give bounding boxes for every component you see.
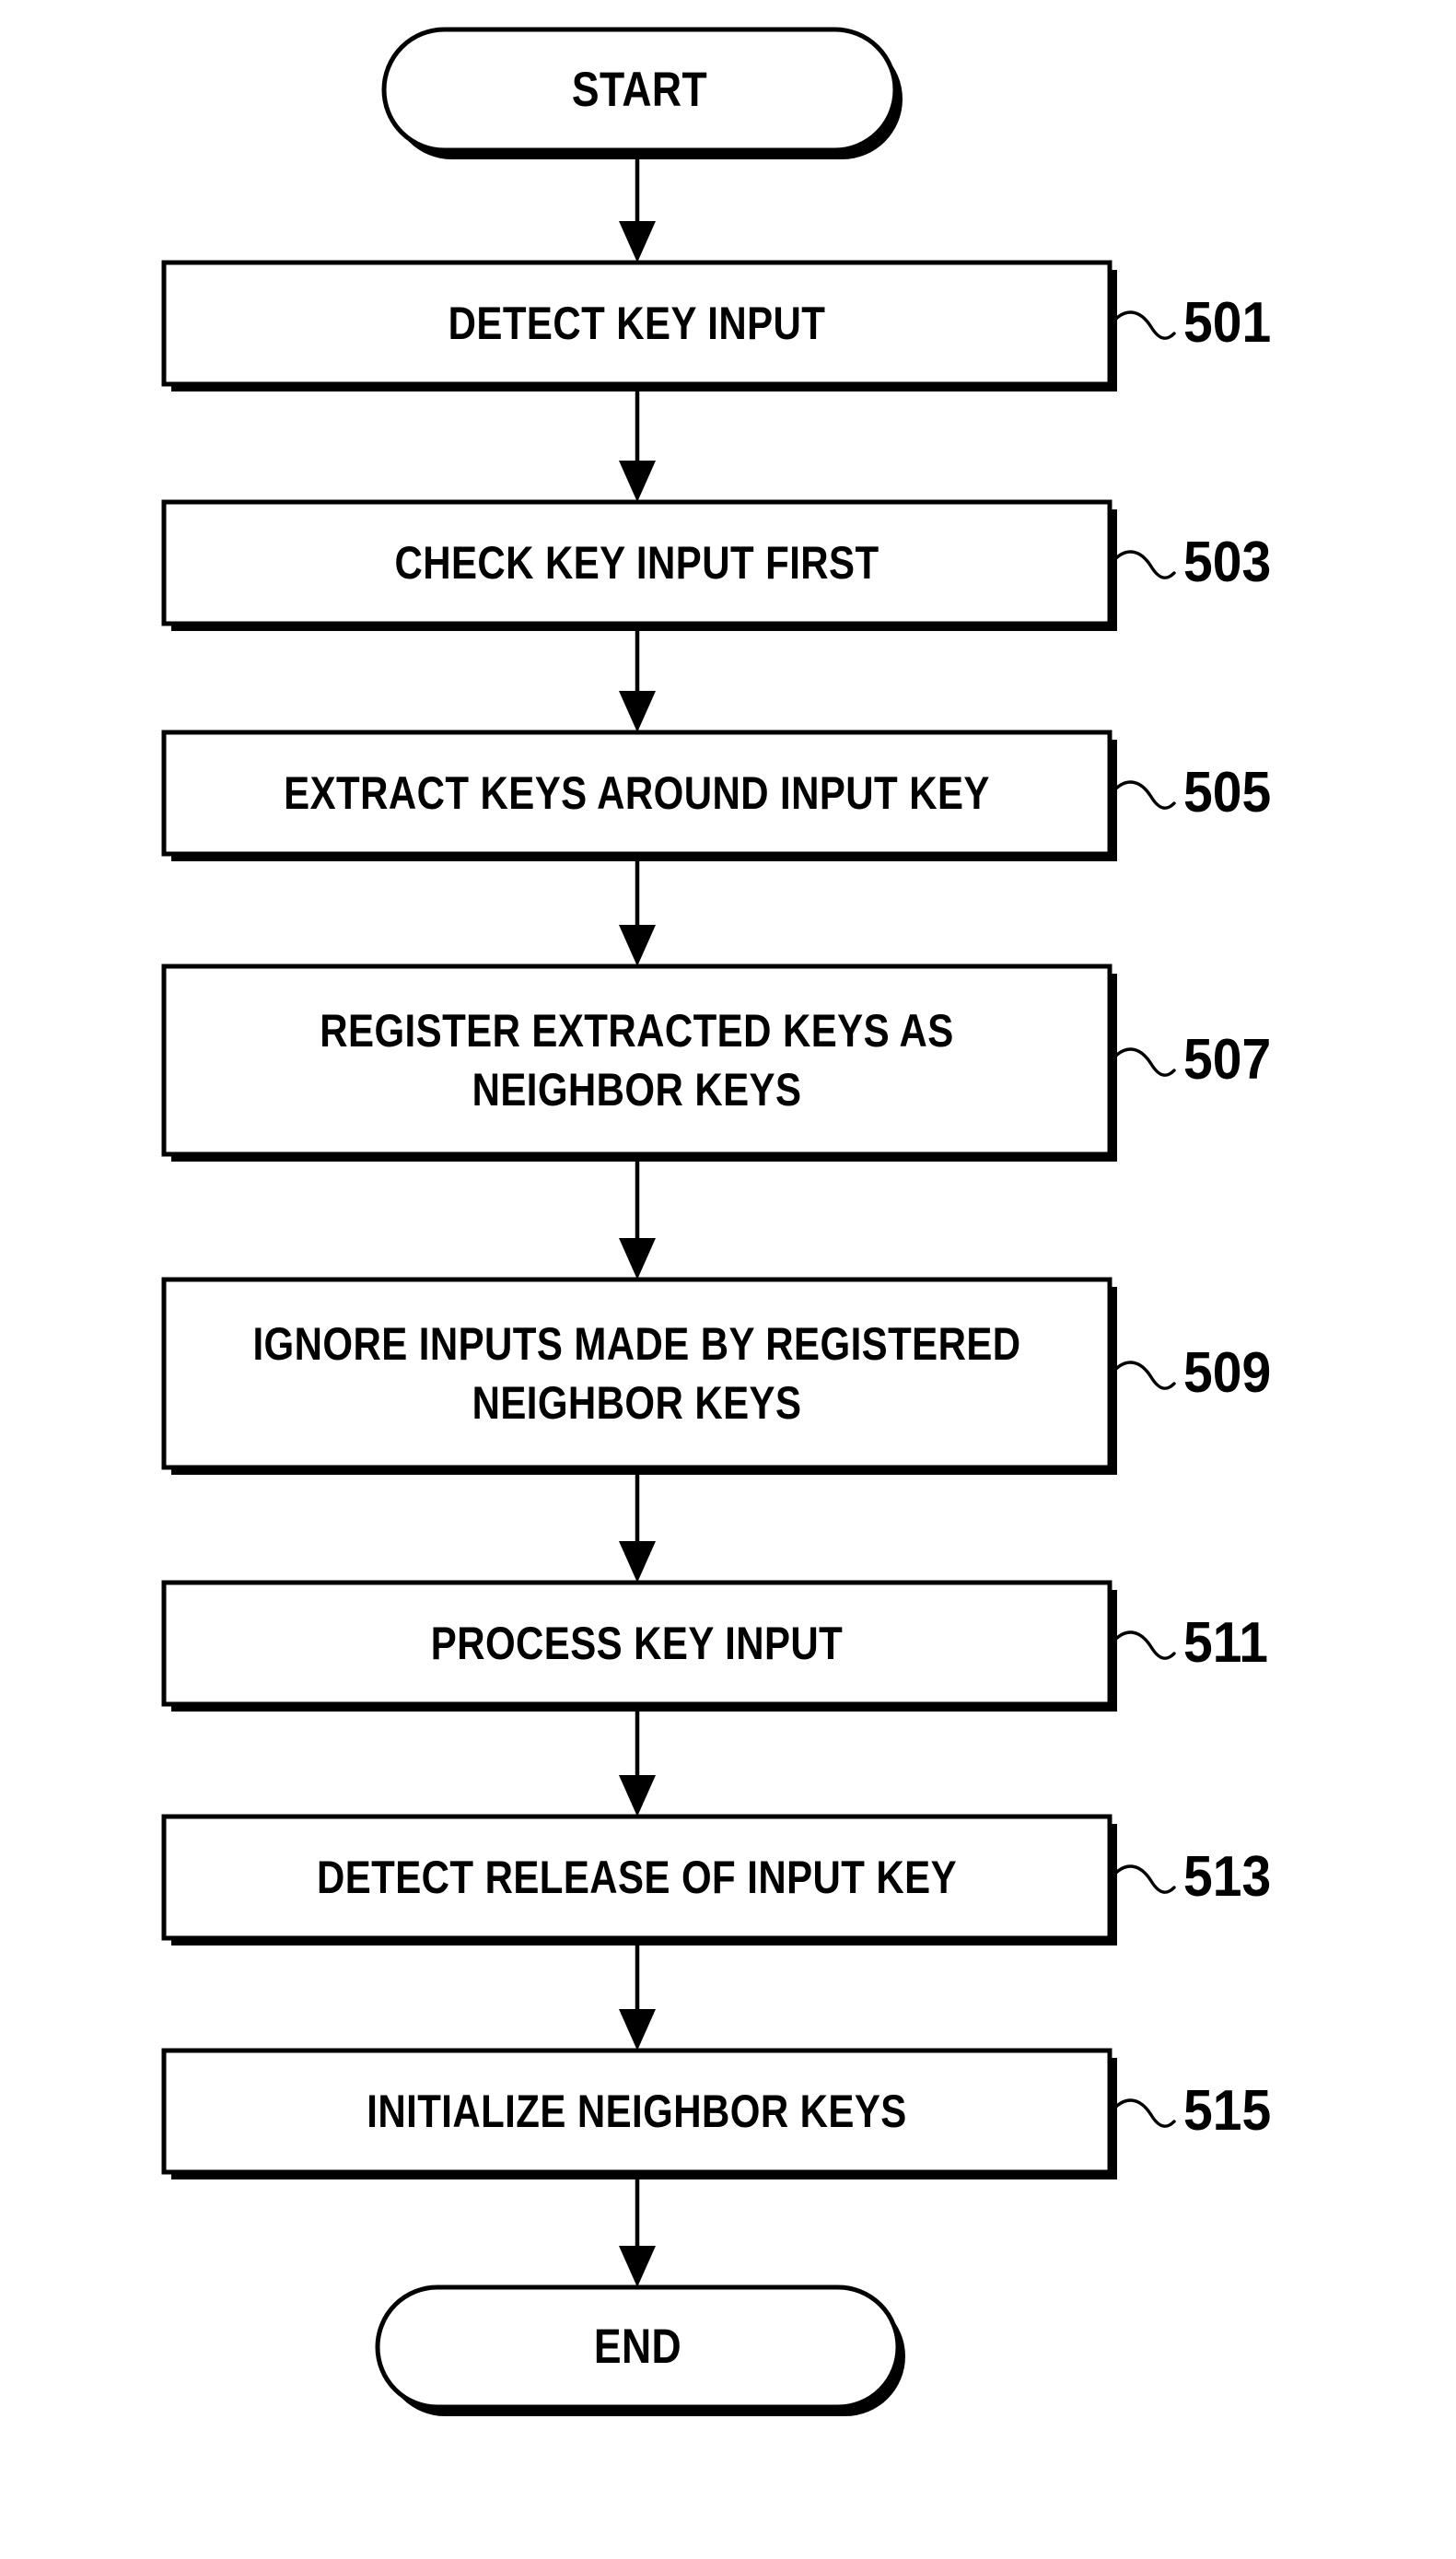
node-step-501 [161, 260, 1117, 391]
leader-line-515 [1110, 2098, 1176, 2128]
connector-515-to-end [619, 2172, 656, 2287]
connector-511-to-513 [619, 1704, 656, 1817]
node-step-503 [161, 499, 1117, 631]
reference-numeral-511: 511 [1183, 1611, 1269, 1675]
reference-numeral-513: 513 [1183, 1845, 1272, 1909]
reference-numeral-501: 501 [1183, 291, 1272, 355]
node-end [375, 2284, 905, 2416]
leader-line-505 [1110, 780, 1176, 810]
reference-numeral-507: 507 [1183, 1028, 1272, 1092]
node-step-505 [161, 730, 1117, 861]
leader-line-group [1110, 310, 1176, 2128]
connector-505-to-507 [619, 854, 656, 966]
reference-numeral-515: 515 [1183, 2079, 1272, 2143]
reference-numeral-509: 509 [1183, 1341, 1272, 1405]
leader-line-513 [1110, 1864, 1176, 1894]
reference-numeral-503: 503 [1183, 531, 1272, 594]
node-step-513 [161, 1814, 1117, 1946]
leader-line-509 [1110, 1361, 1176, 1390]
connector-group [619, 150, 656, 2287]
node-step-507 [161, 964, 1117, 1162]
connector-509-to-511 [619, 1467, 656, 1583]
leader-line-507 [1110, 1047, 1176, 1077]
flowchart-figure: START DETECT KEY INPUT CHECK KEY INPUT F… [0, 0, 1456, 2559]
node-step-515 [161, 2048, 1117, 2179]
flowchart-canvas [161, 27, 1176, 2416]
leader-line-503 [1110, 550, 1176, 579]
node-step-509 [161, 1277, 1117, 1475]
connector-start-to-501 [619, 150, 656, 263]
connector-507-to-509 [619, 1154, 656, 1280]
leader-line-501 [1110, 310, 1176, 340]
reference-numeral-505: 505 [1183, 761, 1272, 824]
node-step-511 [161, 1580, 1117, 1712]
connector-513-to-515 [619, 1938, 656, 2051]
node-start [381, 27, 903, 159]
connector-503-to-505 [619, 624, 656, 732]
connector-501-to-503 [619, 384, 656, 502]
leader-line-511 [1110, 1630, 1176, 1660]
